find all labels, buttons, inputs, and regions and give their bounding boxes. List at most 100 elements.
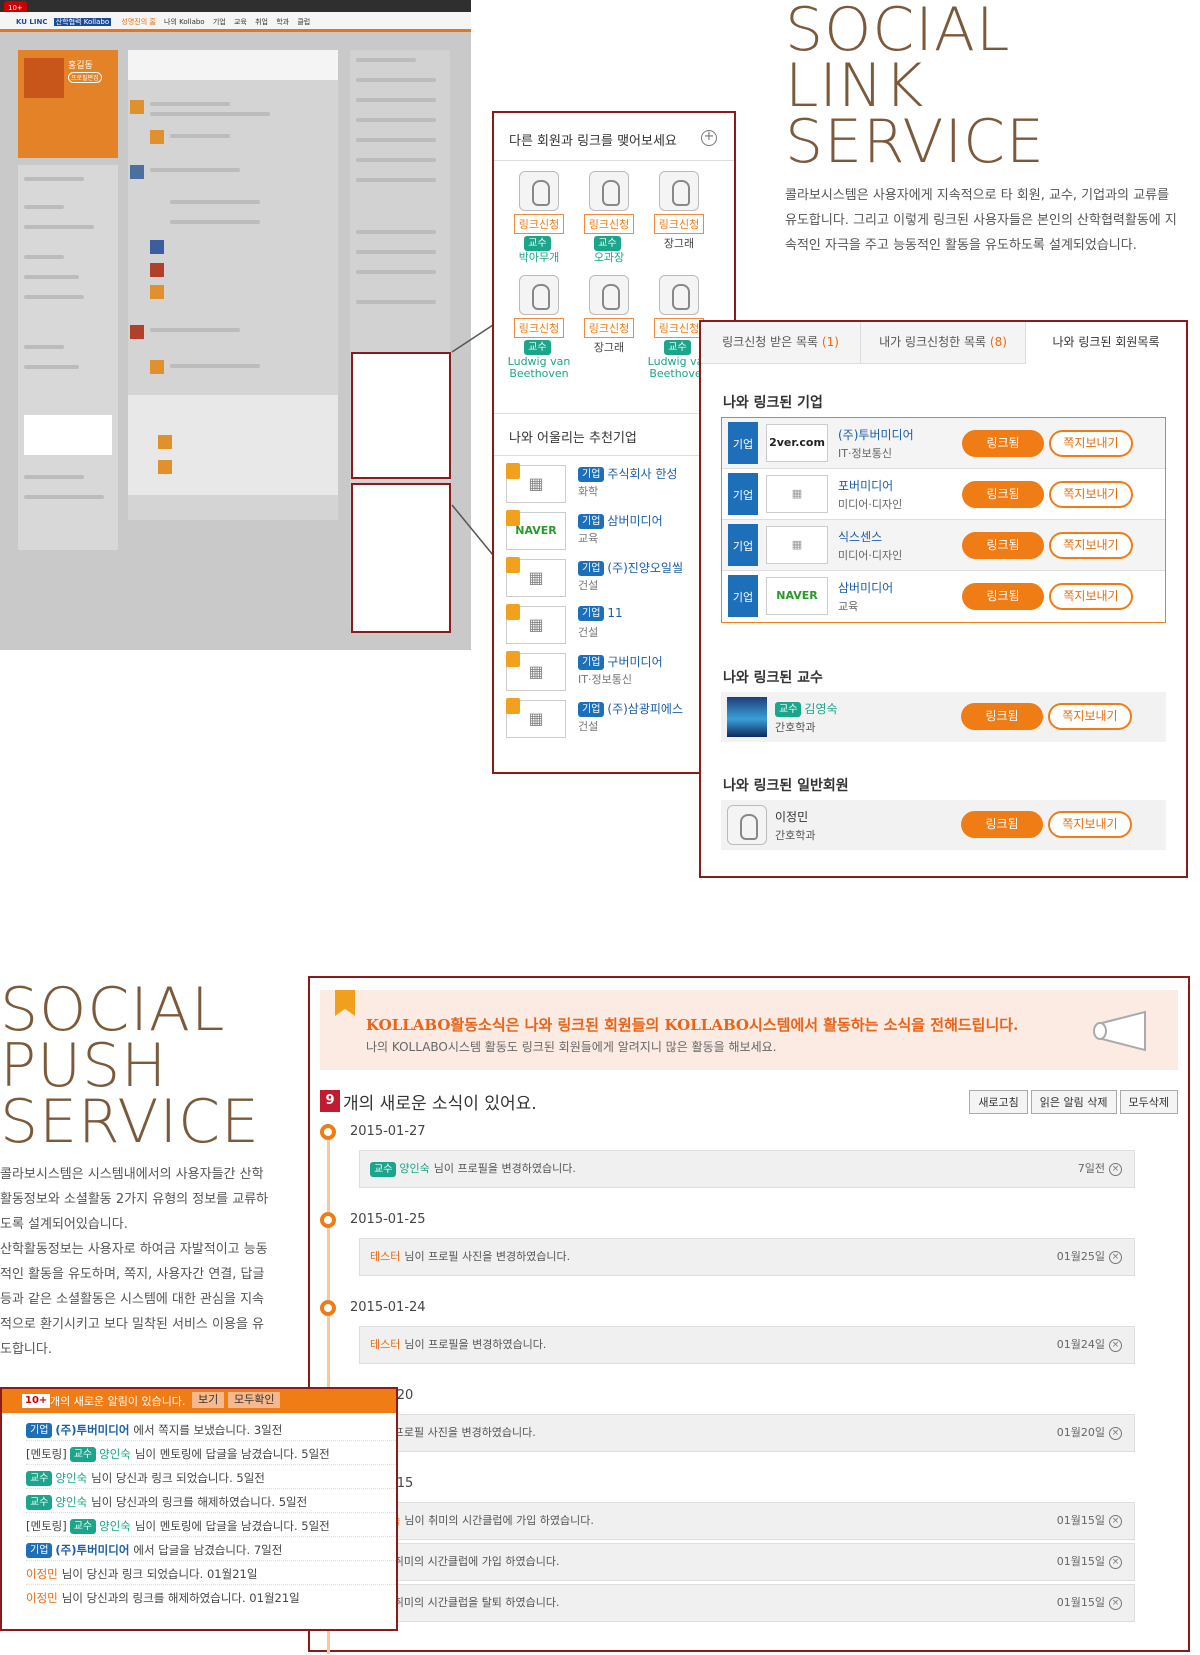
activity-item[interactable]: 님이 취미의 시간클럽을 탈퇴 하였습니다. 01월15일 ×	[359, 1584, 1135, 1622]
notification-user[interactable]: 양인숙	[55, 1471, 87, 1485]
close-icon[interactable]: ×	[1109, 1555, 1122, 1569]
notification-user[interactable]: 양인숙	[55, 1495, 87, 1509]
nav-item-dept[interactable]: 학과	[276, 18, 289, 26]
activity-item[interactable]: 양인숙님이 취미의 시간클럽에 가입 하였습니다.01월15일×	[359, 1502, 1135, 1540]
recommend-item[interactable]: ▦ 기업 11 건설	[506, 604, 731, 646]
notification-item[interactable]: [멘토링] 교수 양인숙 님이 멘토링에 답글을 남겼습니다. 5일전	[26, 1515, 396, 1537]
activity-item[interactable]: 테스터 님이 프로필 사진을 변경하였습니다. 01월25일 ×	[359, 1238, 1135, 1276]
activity-item[interactable]: 님이 프로필 사진을 변경하였습니다. 01월20일 ×	[359, 1414, 1135, 1452]
message-button[interactable]: 쪽지보내기	[1049, 430, 1133, 457]
linked-button[interactable]: 링크됨	[962, 481, 1044, 508]
notification-item[interactable]: 교수 양인숙 님이 당신과의 링크를 해제하였습니다. 5일전	[26, 1491, 396, 1513]
recommend-item[interactable]: ▦ 기업 주식회사 한성 화학	[506, 463, 731, 505]
notification-item[interactable]: 이정민 님이 당신과 링크 되었습니다. 01월21일	[26, 1563, 396, 1585]
medal-icon	[506, 557, 520, 573]
activity-time-wrap: 01월15일 ×	[1057, 1544, 1122, 1580]
notification-user[interactable]: 이정민	[26, 1567, 58, 1581]
company-name[interactable]: (주)진양오일씰	[607, 561, 683, 575]
company-name[interactable]: (주)삼광피에스	[607, 702, 683, 716]
company-name[interactable]: 11	[607, 606, 622, 620]
profile-edit-button[interactable]: 프로필편집	[68, 72, 102, 83]
close-icon[interactable]: ×	[1109, 1514, 1122, 1528]
confirm-all-button[interactable]: 모두확인	[228, 1392, 281, 1408]
link-request-button[interactable]: 링크신청	[583, 318, 635, 338]
close-icon[interactable]: ×	[1109, 1596, 1122, 1610]
recommend-item[interactable]: ▦ 기업 구버미디어 IT·정보통신	[506, 651, 731, 693]
message-button[interactable]: 쪽지보내기	[1049, 532, 1133, 559]
link-request-button[interactable]: 링크신청	[653, 214, 705, 234]
member-message-button[interactable]: 쪽지보내기	[1048, 811, 1132, 838]
notification-header: 10+ 개의 새로운 알림이 있습니다. 보기 모두확인	[2, 1389, 396, 1413]
activity-item[interactable]: 테스터 님이 프로필을 변경하였습니다. 01월24일 ×	[359, 1326, 1135, 1364]
prof-avatar	[727, 697, 767, 737]
prof-linked-button[interactable]: 링크됨	[961, 703, 1043, 730]
link-request-button[interactable]: 링크신청	[653, 318, 705, 338]
delete-read-button[interactable]: 읽은 알림 삭제	[1030, 1090, 1117, 1114]
view-button[interactable]: 보기	[192, 1392, 225, 1408]
company-name[interactable]: (주)투버미디어	[838, 426, 914, 443]
site-logo[interactable]: KU LINC	[16, 18, 47, 26]
notification-list: 기업 (주)투버미디어 에서 쪽지를 보냈습니다. 3일전 [멘토링] 교수 양인숙 님이 …	[2, 1419, 396, 1629]
recommend-item[interactable]: ▦ 기업 (주)진양오일씰 건설	[506, 557, 731, 599]
tab-received[interactable]: 링크신청 받은 목록 (1)	[701, 322, 861, 363]
activity-user[interactable]: 테스터	[370, 1250, 400, 1263]
message-button[interactable]: 쪽지보내기	[1049, 583, 1133, 610]
title-line-3: SERVICE	[785, 107, 1045, 177]
recommend-item[interactable]: NAVER 기업 삼버미디어 교육	[506, 510, 731, 552]
message-button[interactable]: 쪽지보내기	[1049, 481, 1133, 508]
linked-button[interactable]: 링크됨	[962, 532, 1044, 559]
prof-message-button[interactable]: 쪽지보내기	[1048, 703, 1132, 730]
member-name[interactable]: 이정민	[775, 808, 808, 825]
nav-item-club[interactable]: 클럽	[297, 18, 310, 26]
activity-user[interactable]: 양인숙	[399, 1162, 429, 1175]
company-name[interactable]: 주식회사 한성	[607, 467, 677, 481]
nav-item-home[interactable]: 성명진의 홈	[121, 18, 155, 26]
company-name[interactable]: 삼버미디어	[607, 514, 662, 528]
notification-user[interactable]: 이정민	[26, 1591, 58, 1605]
notification-item[interactable]: [멘토링] 교수 양인숙 님이 멘토링에 답글을 남겼습니다. 5일전	[26, 1443, 396, 1465]
activity-time: 01월15일	[1056, 1596, 1105, 1609]
link-request-button[interactable]: 링크신청	[513, 318, 565, 338]
notification-user[interactable]: (주)투버미디어	[55, 1543, 129, 1557]
member-name[interactable]: Ludwig van Beethoven	[504, 356, 574, 380]
close-icon[interactable]: ×	[1109, 1162, 1122, 1176]
close-icon[interactable]: ×	[1109, 1338, 1122, 1352]
tab-sent[interactable]: 내가 링크신청한 목록 (8)	[861, 322, 1026, 363]
activity-item[interactable]: 교수 양인숙 님이 프로필을 변경하였습니다. 7일전 ×	[359, 1150, 1135, 1188]
notification-item[interactable]: 기업 (주)투버미디어 에서 쪽지를 보냈습니다. 3일전	[26, 1419, 396, 1441]
nav-item-company[interactable]: 기업	[213, 18, 226, 26]
linked-button[interactable]: 링크됨	[962, 583, 1044, 610]
member-name[interactable]: 장그래	[644, 238, 714, 250]
member-linked-button[interactable]: 링크됨	[961, 811, 1043, 838]
medal-icon	[506, 604, 520, 620]
nav-item-job[interactable]: 취업	[255, 18, 268, 26]
nav-item-edu[interactable]: 교육	[234, 18, 247, 26]
close-icon[interactable]: ×	[1109, 1426, 1122, 1440]
link-request-button[interactable]: 링크신청	[583, 214, 635, 234]
nav-item-kollabo[interactable]: 나의 Kollabo	[164, 18, 205, 26]
notification-user[interactable]: 양인숙	[99, 1519, 131, 1533]
member-name[interactable]: 장그래	[574, 342, 644, 354]
company-name[interactable]: 구버미디어	[607, 655, 662, 669]
link-request-button[interactable]: 링크신청	[513, 214, 565, 234]
notification-user[interactable]: 양인숙	[99, 1447, 131, 1461]
notification-item[interactable]: 기업 (주)투버미디어 에서 답글을 남겼습니다. 7일전	[26, 1539, 396, 1561]
member-name[interactable]: 오과장	[574, 252, 644, 264]
tab-linked[interactable]: 나와 링크된 회원목록	[1026, 322, 1186, 365]
delete-all-button[interactable]: 모두삭제	[1119, 1090, 1178, 1114]
company-name[interactable]: 삼버미디어	[838, 579, 893, 596]
add-icon[interactable]: +	[701, 130, 717, 146]
linked-button[interactable]: 링크됨	[962, 430, 1044, 457]
company-name[interactable]: 식스센스	[838, 528, 882, 545]
notification-user[interactable]: (주)투버미디어	[55, 1423, 129, 1437]
recommend-item[interactable]: ▦ 기업 (주)삼광피에스 건설	[506, 698, 731, 740]
notification-item[interactable]: 교수 양인숙 님이 당신과 링크 되었습니다. 5일전	[26, 1467, 396, 1489]
company-name[interactable]: 포버미디어	[838, 477, 893, 494]
activity-item[interactable]: 님이 취미의 시간클럽에 가입 하였습니다. 01월15일 ×	[359, 1543, 1135, 1581]
notification-item[interactable]: 이정민 님이 당신과의 링크를 해제하였습니다. 01월21일	[26, 1587, 396, 1609]
member-name[interactable]: 박아무개	[504, 252, 574, 264]
activity-user[interactable]: 테스터	[370, 1338, 400, 1351]
close-icon[interactable]: ×	[1109, 1250, 1122, 1264]
prof-name[interactable]: 김영숙	[804, 702, 837, 716]
refresh-button[interactable]: 새로고침	[969, 1090, 1028, 1114]
